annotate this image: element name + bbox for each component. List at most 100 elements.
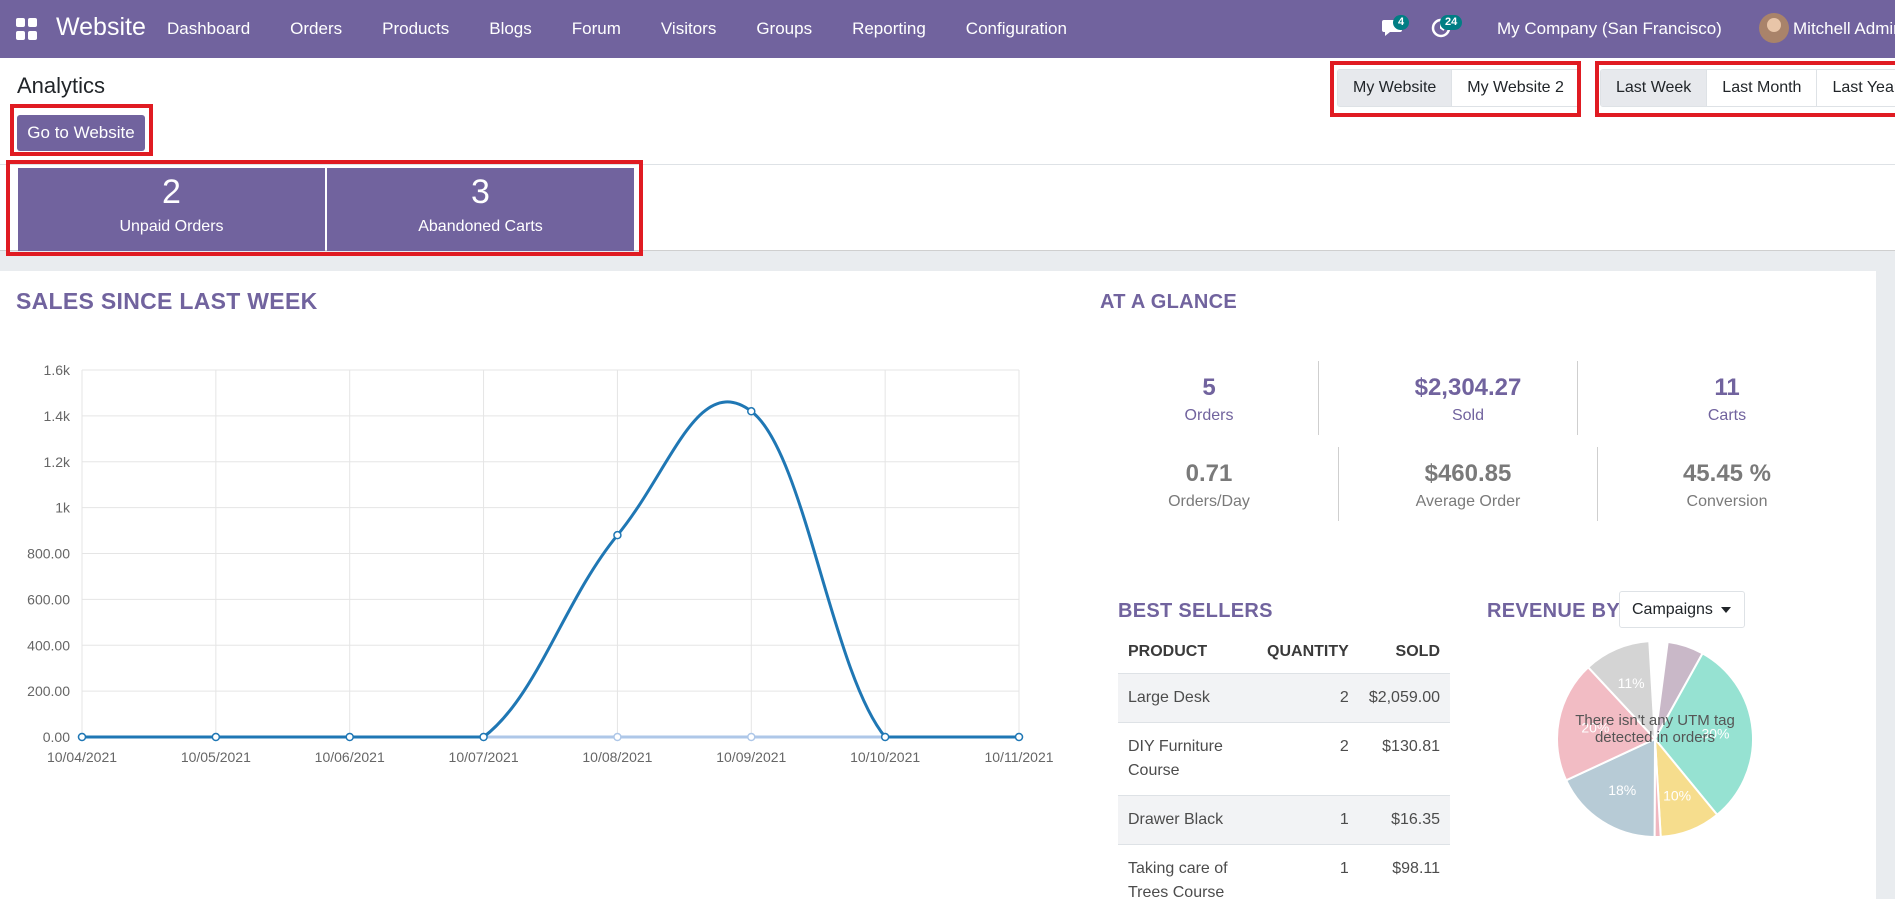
go-to-website-button[interactable]: Go to Website — [17, 115, 145, 151]
kpi-orders-label: Orders — [1184, 407, 1234, 424]
kpi-orders-value: 5 — [1202, 374, 1216, 401]
user-menu[interactable]: Mitchell Admin — [1793, 19, 1895, 39]
sales-data-point — [747, 732, 756, 742]
apps-menu-icon[interactable] — [16, 18, 38, 40]
control-panel: Analytics Go to Website My Website My We… — [0, 58, 1895, 165]
kpi-orders-per-day-value: 0.71 — [1185, 460, 1233, 487]
x-tick-label: 10/10/2021 — [850, 749, 920, 765]
kpi-orders[interactable]: 5 Orders — [1109, 373, 1309, 425]
sales-data-point — [211, 732, 221, 742]
sales-data-point — [880, 732, 890, 742]
sales-data-point — [479, 732, 488, 742]
table-row[interactable]: Large Desk 2 $2,059.00 — [1118, 673, 1450, 723]
product-quantity: 1 — [1257, 795, 1359, 845]
kpi-divider — [1577, 361, 1578, 435]
y-tick-label: 1.4k — [44, 408, 71, 424]
sales-data-point — [613, 732, 622, 742]
user-avatar[interactable] — [1759, 13, 1789, 43]
website-option-my-website-2[interactable]: My Website 2 — [1452, 70, 1579, 106]
unpaid-orders-label: Unpaid Orders — [119, 218, 224, 235]
x-tick-label: 10/04/2021 — [47, 749, 117, 765]
sales-data-point — [747, 407, 756, 416]
kpi-conversion: 45.45 % Conversion — [1627, 459, 1827, 511]
unpaid-orders-tile[interactable]: 2 Unpaid Orders — [18, 168, 325, 251]
kpi-average-order: $460.85 Average Order — [1368, 459, 1568, 511]
menu-products[interactable]: Products — [382, 19, 449, 39]
menu-reporting[interactable]: Reporting — [852, 19, 926, 39]
kpi-sold-label: Sold — [1451, 407, 1485, 424]
y-tick-label: 0.00 — [43, 729, 70, 745]
website-option-my-website[interactable]: My Website — [1338, 70, 1453, 106]
y-tick-label: 600.00 — [27, 591, 70, 607]
kpi-carts-label: Carts — [1707, 407, 1747, 424]
table-row[interactable]: Taking care of Trees Course 1 $98.11 — [1118, 844, 1450, 899]
x-tick-label: 10/06/2021 — [315, 749, 385, 765]
menu-dashboard[interactable]: Dashboard — [167, 19, 250, 39]
pie-slice-label: 10% — [1663, 788, 1691, 804]
kpi-average-order-label: Average Order — [1415, 493, 1521, 510]
column-sold: SOLD — [1358, 631, 1450, 674]
menu-groups[interactable]: Groups — [756, 19, 812, 39]
menu-configuration[interactable]: Configuration — [966, 19, 1067, 39]
menu-visitors[interactable]: Visitors — [661, 19, 716, 39]
top-navbar: Website Dashboard Orders Products Blogs … — [0, 0, 1895, 58]
product-name: Drawer Black — [1118, 795, 1258, 845]
y-tick-label: 1.6k — [44, 362, 71, 378]
sales-data-point — [77, 732, 87, 742]
revenue-by-dropdown[interactable]: Campaigns — [1619, 591, 1745, 628]
kpi-sold[interactable]: $2,304.27 Sold — [1368, 373, 1568, 425]
table-row[interactable]: Drawer Black 1 $16.35 — [1118, 795, 1450, 845]
kpi-divider — [1597, 447, 1598, 521]
sales-title: SALES SINCE LAST WEEK — [16, 288, 318, 314]
abandoned-carts-label: Abandoned Carts — [418, 218, 543, 235]
product-quantity: 1 — [1257, 844, 1359, 899]
period-last-week[interactable]: Last Week — [1601, 70, 1708, 106]
best-sellers-title: BEST SELLERS — [1118, 600, 1273, 622]
period-last-year[interactable]: Last Year — [1817, 70, 1895, 106]
sales-data-point — [1014, 732, 1024, 742]
abandoned-carts-tile[interactable]: 3 Abandoned Carts — [327, 168, 634, 251]
period-last-month[interactable]: Last Month — [1707, 70, 1818, 106]
kpi-carts-value: 11 — [1714, 374, 1740, 401]
pie-slice-label: 18% — [1608, 782, 1636, 798]
menu-forum[interactable]: Forum — [572, 19, 621, 39]
kpi-divider — [1318, 361, 1319, 435]
kpi-conversion-label: Conversion — [1686, 493, 1768, 510]
caret-down-icon — [1721, 607, 1731, 613]
y-tick-label: 800.00 — [27, 546, 70, 562]
kpi-orders-per-day: 0.71 Orders/Day — [1109, 459, 1309, 511]
stats-bar: 2 Unpaid Orders 3 Abandoned Carts — [0, 165, 1895, 251]
no-utm-message: There isn't any UTM tag detected in orde… — [1575, 712, 1735, 746]
menu-orders[interactable]: Orders — [290, 19, 342, 39]
kpi-sold-value: $2,304.27 — [1414, 374, 1522, 401]
y-tick-label: 200.00 — [27, 683, 70, 699]
column-product: PRODUCT — [1118, 631, 1258, 674]
table-row[interactable]: DIY Furniture Course 2 $130.81 — [1118, 722, 1450, 796]
dashboard-content: SALES SINCE LAST WEEK 0.00 200.00 400.00 60… — [0, 271, 1876, 899]
product-quantity: 2 — [1257, 673, 1359, 723]
page-title: Analytics — [17, 73, 106, 98]
x-tick-label: 10/08/2021 — [582, 749, 652, 765]
product-sold: $2,059.00 — [1358, 673, 1450, 723]
main-menu: Dashboard Orders Products Blogs Forum Vi… — [167, 0, 1107, 58]
y-tick-label: 1k — [55, 500, 71, 516]
kpi-carts[interactable]: 11 Carts — [1627, 373, 1827, 425]
x-tick-label: 10/11/2021 — [984, 749, 1053, 765]
table-header-row: PRODUCT QUANTITY SOLD — [1118, 631, 1450, 674]
sales-line-chart: 0.00 200.00 400.00 600.00 800.00 1k 1.2k 1.4k 1.… — [27, 362, 1054, 765]
column-quantity: QUANTITY — [1257, 631, 1359, 674]
menu-blogs[interactable]: Blogs — [489, 19, 532, 39]
kpi-divider — [1338, 447, 1339, 521]
unpaid-orders-count: 2 — [162, 173, 181, 211]
sales-chart: 0.00 200.00 400.00 600.00 800.00 1k 1.2k 1.4k 1.… — [0, 341, 1070, 841]
app-title[interactable]: Website — [56, 13, 146, 42]
kpi-conversion-value: 45.45 % — [1682, 460, 1772, 487]
product-sold: $16.35 — [1358, 795, 1450, 845]
website-selector: My Website My Website 2 — [1337, 69, 1580, 107]
sales-data-point — [345, 732, 354, 742]
product-name: Taking care of Trees Course — [1118, 844, 1258, 899]
product-sold: $130.81 — [1358, 722, 1450, 796]
company-switcher[interactable]: My Company (San Francisco) — [1497, 19, 1722, 39]
kpi-average-order-value: $460.85 — [1424, 460, 1512, 487]
sales-data-point — [613, 530, 622, 540]
